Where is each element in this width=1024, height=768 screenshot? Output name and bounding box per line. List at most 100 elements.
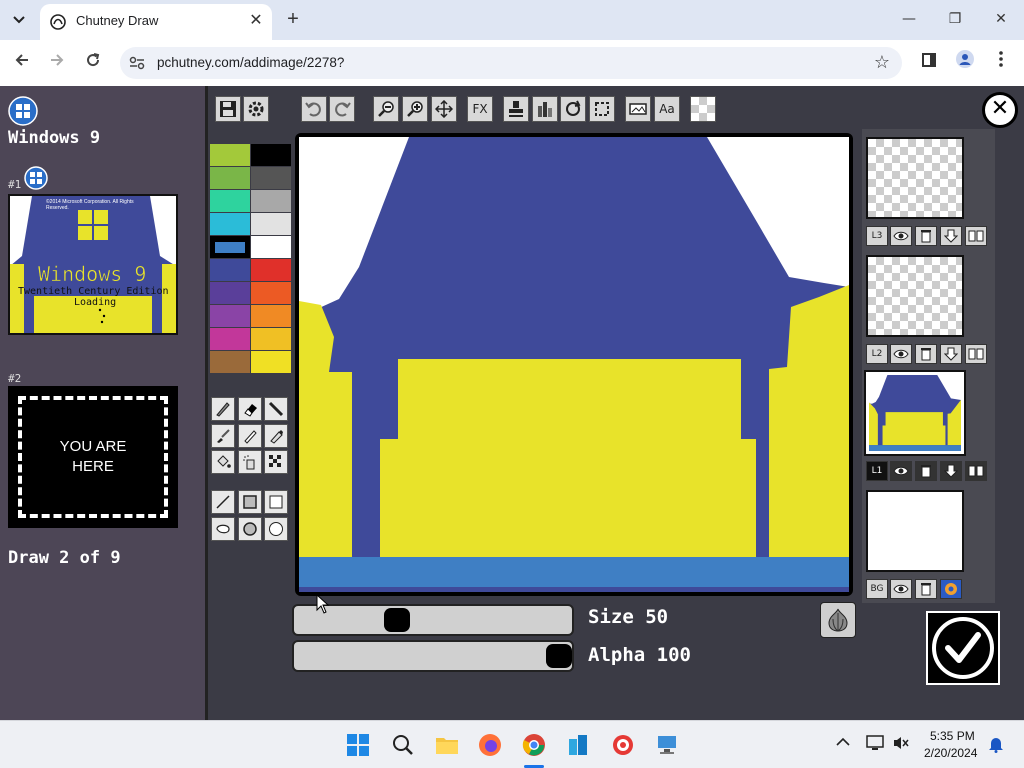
layer-delete-button[interactable] [915,226,937,246]
layer-merge-button[interactable] [965,461,987,481]
paint-brush-tool-button[interactable] [211,424,235,448]
size-slider[interactable] [292,604,574,636]
color-swatch[interactable] [251,190,291,212]
close-app-button[interactable]: ✕ [982,92,1018,128]
app-red-circle-button[interactable] [609,731,637,759]
new-tab-button[interactable]: + [282,8,304,30]
stamp-button[interactable] [503,96,529,122]
color-swatch[interactable] [210,144,250,166]
address-bar[interactable]: pchutney.com/addimage/2278? ☆ [120,47,902,79]
ellipse-fill-tool-button[interactable] [264,517,288,541]
color-swatch[interactable] [251,236,291,258]
draw1-thumbnail[interactable]: ©2014 Microsoft Corporation. All Rights … [8,194,178,335]
spray-tool-button[interactable] [238,450,262,474]
layer-delete-button[interactable] [915,579,937,599]
clock-date[interactable]: 2/20/2024 [924,746,977,760]
search-button[interactable] [389,731,417,759]
layer-visibility-button[interactable] [890,226,912,246]
layer-merge-button[interactable] [965,344,987,364]
color-swatch[interactable] [251,305,291,327]
color-swatch[interactable] [251,213,291,235]
garlic-button[interactable] [820,602,856,638]
side-panel-button[interactable] [916,50,942,76]
save-button[interactable] [215,96,241,122]
move-button[interactable] [431,96,457,122]
transparency-button[interactable] [690,96,716,122]
color-swatch[interactable] [210,167,250,189]
site-settings-icon[interactable] [128,55,146,71]
color-swatch[interactable] [251,167,291,189]
text-tool-button[interactable]: Aa [654,96,680,122]
layer-move-down-button[interactable] [940,344,962,364]
layer-delete-button[interactable] [915,344,937,364]
layer-l1-thumbnail[interactable] [864,370,966,456]
color-swatch[interactable] [210,259,250,281]
reload-button[interactable] [80,50,106,76]
alpha-slider-knob[interactable] [546,644,572,668]
color-swatch[interactable] [251,282,291,304]
layer-visibility-button[interactable] [890,579,912,599]
fx-button[interactable]: FX [467,96,493,122]
brush-settings-button[interactable] [532,96,558,122]
notifications-button[interactable] [988,735,1004,757]
rectangle-fill-tool-button[interactable] [264,490,288,514]
window-restore-button[interactable]: ❐ [940,8,970,30]
zoom-in-button[interactable] [402,96,428,122]
chrome-button[interactable] [520,731,548,759]
layer-delete-button[interactable] [915,461,937,481]
fill-tool-button[interactable] [211,450,235,474]
layer-l3-thumbnail[interactable] [866,137,964,219]
profile-button[interactable] [952,50,978,76]
bookmark-star-icon[interactable]: ☆ [874,52,890,73]
tab-close-button[interactable]: ✕ [246,11,266,31]
network-status-button[interactable] [866,735,884,755]
lasso-tool-button[interactable] [211,517,235,541]
pen-tool-button[interactable] [238,424,262,448]
settings-button[interactable] [243,96,269,122]
alpha-slider[interactable] [292,640,574,672]
line-tool-button[interactable] [211,490,235,514]
app-computer-button[interactable] [653,731,681,759]
file-explorer-button[interactable] [433,731,461,759]
color-swatch[interactable] [251,144,291,166]
color-swatch[interactable] [251,351,291,373]
rectangle-outline-tool-button[interactable] [238,490,262,514]
color-swatch[interactable] [210,213,250,235]
forward-button[interactable] [44,50,70,76]
layer-name-button[interactable]: BG [866,579,888,599]
back-button[interactable] [9,50,35,76]
zoom-out-button[interactable] [373,96,399,122]
window-minimize-button[interactable]: — [894,8,924,30]
tab-search-button[interactable] [6,8,32,32]
window-close-button[interactable]: ✕ [986,8,1016,30]
pattern-tool-button[interactable] [264,450,288,474]
rotate-button[interactable] [560,96,586,122]
browser-tab[interactable]: Chutney Draw ✕ [40,4,272,40]
clock-time[interactable]: 5:35 PM [930,729,975,743]
layer-name-button[interactable]: L3 [866,226,888,246]
pencil-tool-button[interactable] [211,397,235,421]
layer-merge-button[interactable] [965,226,987,246]
image-import-button[interactable] [625,96,651,122]
color-swatch[interactable] [251,328,291,350]
drawing-canvas[interactable] [299,137,849,592]
undo-button[interactable] [301,96,327,122]
crop-button[interactable] [589,96,615,122]
layer-visibility-button[interactable] [890,461,912,481]
color-swatch[interactable] [210,305,250,327]
layer-l2-thumbnail[interactable] [866,255,964,337]
color-swatch[interactable] [210,282,250,304]
size-slider-knob[interactable] [383,608,410,632]
volume-button[interactable] [892,735,910,755]
layer-bg-thumbnail[interactable] [866,490,964,572]
layer-name-button[interactable]: L2 [866,344,888,364]
layer-move-down-button[interactable] [940,226,962,246]
layer-name-button[interactable]: L1 [866,461,888,481]
marker-tool-button[interactable] [264,424,288,448]
knife-tool-button[interactable] [264,397,288,421]
layer-move-down-button[interactable] [940,461,962,481]
color-swatch[interactable] [210,236,250,258]
eraser-tool-button[interactable] [238,397,262,421]
app-building-button[interactable] [564,731,592,759]
color-swatch[interactable] [210,351,250,373]
